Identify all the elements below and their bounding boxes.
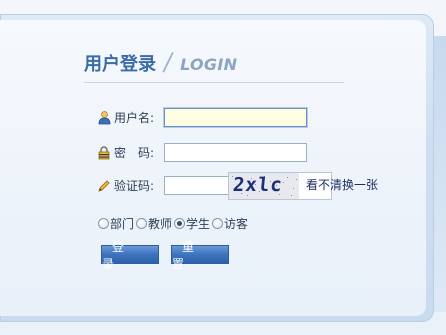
password-row: 密 码: (96, 143, 307, 162)
title-english: LOGIN (180, 55, 238, 74)
radio-visitor[interactable] (212, 218, 224, 229)
username-row: 用户名: (96, 108, 307, 127)
role-option-teacher[interactable]: 教师 (136, 215, 172, 232)
reset-button[interactable]: 重 置 (171, 240, 229, 271)
captcha-image[interactable]: 2xlc (229, 173, 299, 199)
role-selector: 部门 教师 学生 访客 (98, 215, 250, 232)
login-button[interactable]: 登 录 (101, 240, 159, 271)
captcha-label: 验证码: (114, 179, 155, 193)
panel-edge (434, 36, 446, 312)
user-icon (96, 110, 112, 126)
refresh-captcha-link[interactable]: 看不清换一张 (306, 176, 378, 193)
captcha-input[interactable] (164, 176, 230, 195)
page-title: 用户登录 / LOGIN (84, 48, 238, 76)
pencil-icon (96, 178, 112, 194)
title-divider (84, 82, 344, 83)
role-option-department[interactable]: 部门 (98, 215, 134, 232)
role-option-student[interactable]: 学生 (174, 215, 210, 232)
captcha-row: 验证码: (96, 176, 230, 195)
role-label-teacher: 教师 (148, 217, 173, 231)
login-page: 用户登录 / LOGIN 用户名: 密 码: 验证码: 2xlc 看不清换一张 … (0, 0, 446, 335)
radio-teacher[interactable] (136, 218, 148, 229)
radio-department[interactable] (98, 218, 109, 229)
title-chinese: 用户登录 (84, 54, 156, 75)
radio-student[interactable] (174, 218, 186, 229)
lock-icon (96, 145, 112, 161)
username-label: 用户名: (114, 111, 155, 125)
password-input[interactable] (164, 143, 307, 162)
role-label-department: 部门 (110, 217, 135, 231)
role-label-visitor: 访客 (224, 217, 249, 231)
title-separator: / (161, 48, 175, 76)
form-actions: 登 录 重 置 (101, 240, 229, 271)
role-label-student: 学生 (186, 217, 211, 231)
username-input[interactable] (164, 108, 307, 127)
password-label: 密 码: (114, 146, 155, 160)
role-option-visitor[interactable]: 访客 (212, 215, 248, 232)
captcha-text: 2xlc (231, 174, 284, 196)
